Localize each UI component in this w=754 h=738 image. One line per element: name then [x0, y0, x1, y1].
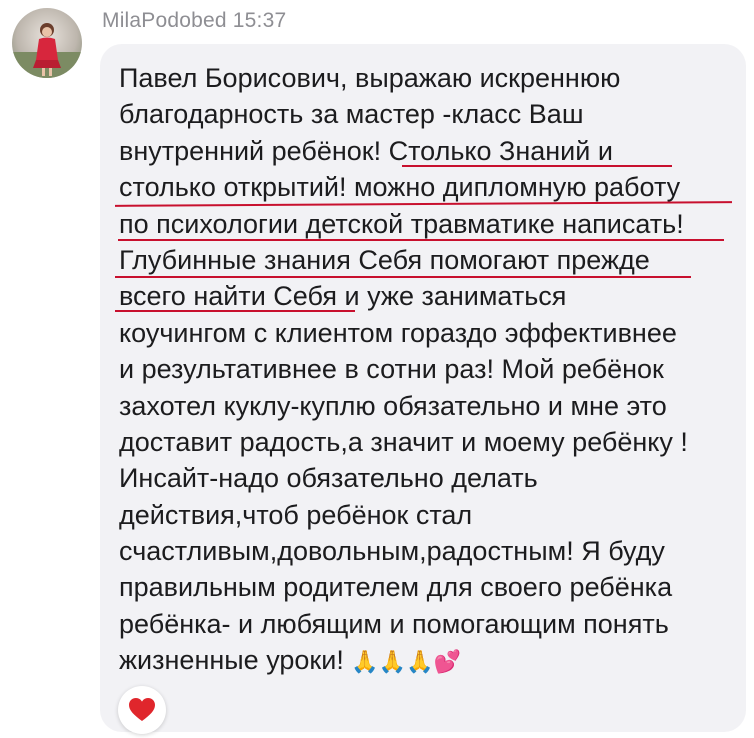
- text-line: доставит радость,а значит и моему ребёнк…: [119, 426, 688, 457]
- text-line-last: жизненные уроки! 🙏🙏🙏💕: [119, 642, 739, 678]
- text-line: Глубинные знания Себя помогают прежде: [119, 244, 650, 275]
- text-line: захотел куклу-куплю обязательно и мне эт…: [119, 390, 667, 421]
- text-line: Инсайт-надо обязательно делать: [119, 463, 538, 494]
- text-line: по психологии детской травматике написат…: [119, 208, 684, 239]
- text-line: коучингом с клиентом гораздо эффективнее: [119, 317, 677, 348]
- highlight-underline: [402, 165, 672, 167]
- highlight-underline: [115, 310, 355, 312]
- avatar-photo: [12, 23, 82, 78]
- avatar[interactable]: [12, 8, 82, 78]
- text-line: благодарность за мастер -класс Ваш: [119, 99, 584, 130]
- text-line: Павел Борисович, выражаю искреннюю: [119, 63, 621, 93]
- text-line: внутренний ребёнок! Столько Знаний и: [119, 135, 613, 166]
- reaction-button[interactable]: [118, 686, 166, 734]
- text-line: счастливым,довольным,радостным! Я буду: [119, 536, 665, 567]
- text-line: столько открытий! можно дипломную работу: [119, 172, 681, 203]
- text-line: ребёнка- и любящим и помогающим понять: [119, 608, 669, 639]
- highlight-underline: [115, 276, 691, 278]
- author-name[interactable]: MilaPodobed: [102, 9, 227, 32]
- text-line: правильным родителем для своего ребёнка: [119, 572, 673, 603]
- comment-text: Павел Борисович, выражаю искреннюю благо…: [119, 60, 739, 679]
- timestamp: 15:37: [232, 9, 287, 32]
- text-line: и результативнее в сотни раз! Мой ребёно…: [119, 354, 664, 385]
- highlight-underline: [118, 239, 724, 241]
- pray-emoji: 🙏🙏🙏💕: [351, 650, 461, 676]
- heart-icon: [129, 698, 155, 721]
- text-line: действия,чтоб ребёнок стал: [119, 499, 473, 530]
- text-line: жизненные уроки!: [119, 645, 344, 676]
- comment-header: MilaPodobed 15:37: [102, 9, 286, 33]
